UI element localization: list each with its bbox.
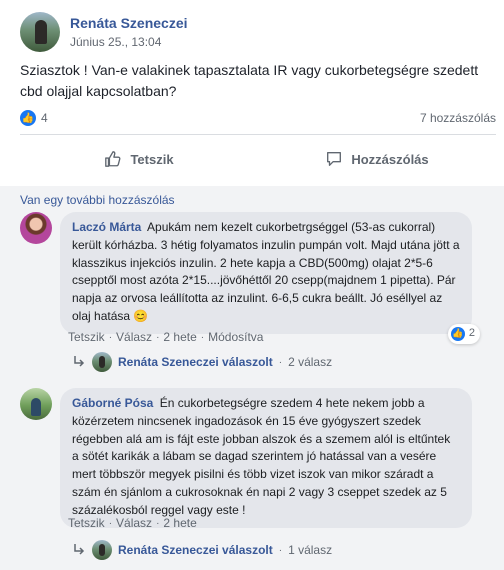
comment-meta: Tetszik · Válasz · 2 hete [68, 516, 197, 530]
reply-author: Renáta Szeneczei válaszolt [118, 543, 273, 557]
separator-dot: · [200, 331, 205, 343]
reply-arrow-icon [74, 544, 85, 555]
post-header: Renáta Szeneczei Június 25., 13:04 [20, 12, 188, 52]
like-count: 4 [41, 111, 48, 125]
comment-count[interactable]: 7 hozzászólás [420, 111, 496, 125]
comment-edited-label: Módosítva [208, 330, 264, 344]
post-card: Renáta Szeneczei Június 25., 13:04 Szias… [0, 0, 504, 570]
reply-count: 2 válasz [288, 355, 333, 369]
comment-text: Apukám nem kezelt cukorbetrgséggel (53-a… [72, 220, 460, 323]
like-reaction-icon: 👍 [450, 326, 465, 341]
comment-reactions[interactable]: 👍 2 [447, 323, 480, 344]
separator-dot: · [278, 544, 283, 556]
post-counts: 👍 4 7 hozzászólás [20, 108, 496, 128]
commenter-avatar[interactable] [20, 388, 52, 420]
comment-reply-link[interactable]: Válasz [116, 330, 152, 344]
commenter-name[interactable]: Gáborné Pósa [72, 396, 153, 410]
comment-button[interactable]: Hozzászólás [258, 143, 496, 175]
comment-button-label: Hozzászólás [351, 151, 429, 167]
comment-meta: Tetszik · Válasz · 2 hete · Módosítva [68, 330, 263, 344]
comment-bubble: Laczó Márta Apukám nem kezelt cukorbetrg… [60, 212, 480, 344]
comment-like-link[interactable]: Tetszik [68, 516, 105, 530]
reply-author-avatar [92, 352, 112, 372]
reaction-summary[interactable]: 👍 4 [20, 110, 48, 126]
divider [20, 134, 496, 135]
reply-arrow-icon [74, 356, 85, 367]
comment: Laczó Márta Apukám nem kezelt cukorbetrg… [20, 212, 480, 344]
reply-count: 1 válasz [288, 543, 333, 557]
comment-text: Én cukorbetegségre szedem 4 hete nekem j… [72, 396, 451, 517]
separator-dot: · [156, 331, 160, 343]
like-button[interactable]: Tetszik [20, 143, 258, 175]
commenter-name[interactable]: Laczó Márta [72, 220, 141, 234]
view-replies-link[interactable]: Renáta Szeneczei válaszolt · 1 válasz [72, 540, 332, 560]
reply-author: Renáta Szeneczei válaszolt [118, 355, 273, 369]
like-button-label: Tetszik [130, 151, 174, 167]
view-replies-link[interactable]: Renáta Szeneczei válaszolt · 2 válasz [72, 352, 332, 372]
thumbs-up-icon [105, 151, 121, 167]
separator-dot: · [156, 517, 160, 529]
author-name[interactable]: Renáta Szeneczei [70, 14, 188, 32]
comment: Gáborné Pósa Én cukorbetegségre szedem 4… [20, 388, 472, 528]
commenter-avatar[interactable] [20, 212, 52, 244]
view-more-comments-link[interactable]: Van egy további hozzászólás [20, 193, 175, 207]
comment-like-link[interactable]: Tetszik [68, 330, 105, 344]
comment-bubble: Gáborné Pósa Én cukorbetegségre szedem 4… [60, 388, 472, 528]
author-avatar[interactable] [20, 12, 60, 52]
comment-time[interactable]: 2 hete [163, 330, 196, 344]
like-reaction-icon: 👍 [20, 110, 36, 126]
post-body: Sziasztok ! Van-e valakinek tapasztalata… [20, 62, 479, 99]
comment-reply-link[interactable]: Válasz [116, 516, 152, 530]
post-actions: Tetszik Hozzászólás [20, 143, 496, 175]
separator-dot: · [278, 356, 283, 368]
separator-dot: · [108, 331, 113, 343]
speech-bubble-icon [327, 152, 342, 166]
comment-time[interactable]: 2 hete [163, 516, 196, 530]
post-timestamp[interactable]: Június 25., 13:04 [70, 34, 188, 50]
comment-reaction-count: 2 [468, 326, 475, 339]
reply-author-avatar [92, 540, 112, 560]
separator-dot: · [108, 517, 113, 529]
post-header-text: Renáta Szeneczei Június 25., 13:04 [70, 14, 188, 50]
